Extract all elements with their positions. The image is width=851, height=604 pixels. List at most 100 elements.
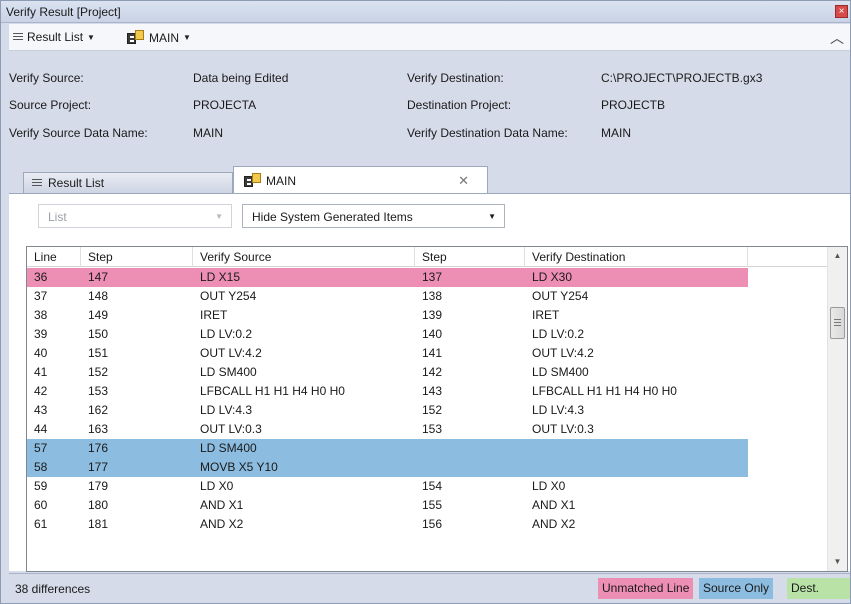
- table-cell-dstep: 154: [422, 479, 443, 493]
- table-cell-dst: OUT LV:0.3: [532, 422, 594, 436]
- tab-strip: Result List MAIN ✕: [9, 166, 850, 194]
- table-row[interactable]: 59 179 LD X0 154 LD X0: [27, 477, 748, 496]
- table-cell-src: LD X0: [200, 479, 234, 493]
- table-cell-dstep: 152: [422, 403, 443, 417]
- scroll-thumb[interactable]: [830, 307, 845, 339]
- table-cell-dst: LFBCALL H1 H1 H4 H0 H0: [532, 384, 677, 398]
- collapse-icon[interactable]: ︿: [830, 28, 844, 48]
- table-row[interactable]: 57 176 LD SM400: [27, 439, 748, 458]
- table-cell-src: LD LV:4.3: [200, 403, 253, 417]
- table-cell-src: OUT Y254: [200, 289, 257, 303]
- table-row[interactable]: 38 149 IRET 139 IRET: [27, 306, 748, 325]
- table-cell-step: 162: [88, 403, 109, 417]
- system-items-select-value: Hide System Generated Items: [252, 210, 413, 224]
- table-cell-dstep: 141: [422, 346, 443, 360]
- table-cell-dstep: 143: [422, 384, 443, 398]
- scroll-down-icon[interactable]: ▼: [828, 553, 847, 571]
- table-cell-dst: IRET: [532, 308, 560, 322]
- table-row[interactable]: 43 162 LD LV:4.3 152 LD LV:4.3: [27, 401, 748, 420]
- verify-info-panel: Verify Source: Data being Edited Source …: [9, 52, 850, 155]
- tab-main[interactable]: MAIN ✕: [233, 166, 488, 194]
- table-row[interactable]: 58 177 MOVB X5 Y10: [27, 458, 748, 477]
- table-cell-dstep: 153: [422, 422, 443, 436]
- table-row[interactable]: 36 147 LD X15 137 LD X30: [27, 268, 748, 287]
- table-cell-line: 58: [34, 460, 48, 474]
- verify-destination-value: C:\PROJECT\PROJECTB.gx3: [601, 71, 763, 85]
- result-list-dropdown[interactable]: Result List ▼: [13, 30, 95, 44]
- vertical-scrollbar[interactable]: ▲ ▼: [827, 247, 847, 571]
- source-project-value: PROJECTA: [193, 98, 257, 112]
- table-cell-dst: AND X2: [532, 517, 576, 531]
- table-cell-step: 152: [88, 365, 109, 379]
- table-cell-src: MOVB X5 Y10: [200, 460, 278, 474]
- table-row[interactable]: 39 150 LD LV:0.2 140 LD LV:0.2: [27, 325, 748, 344]
- program-dropdown[interactable]: MAIN ▼: [127, 30, 191, 45]
- table-cell-dst: LD LV:4.3: [532, 403, 585, 417]
- column-header-dest-step[interactable]: Step: [415, 247, 525, 267]
- table-cell-dst: LD X30: [532, 270, 573, 284]
- destination-project-value: PROJECTB: [601, 98, 666, 112]
- table-cell-line: 36: [34, 270, 48, 284]
- chevron-down-icon: ▼: [215, 212, 223, 221]
- difference-count: 38 differences: [15, 582, 91, 596]
- table-cell-src: LD LV:0.2: [200, 327, 253, 341]
- close-tab-icon[interactable]: ✕: [458, 173, 469, 189]
- table-cell-step: 179: [88, 479, 109, 493]
- table-cell-line: 37: [34, 289, 48, 303]
- column-header-verify-source[interactable]: Verify Source: [193, 247, 415, 267]
- table-cell-dst: OUT Y254: [532, 289, 589, 303]
- column-header-step[interactable]: Step: [81, 247, 193, 267]
- column-header-verify-destination[interactable]: Verify Destination: [525, 247, 748, 267]
- verify-result-window: Verify Result [Project] × Result List ▼ …: [0, 0, 851, 604]
- table-cell-src: IRET: [200, 308, 228, 322]
- source-project-label: Source Project:: [9, 98, 92, 112]
- destination-project-label: Destination Project:: [407, 98, 512, 112]
- table-cell-step: 153: [88, 384, 109, 398]
- result-list-label: Result List: [27, 30, 84, 44]
- table-cell-dstep: 140: [422, 327, 443, 341]
- system-items-select[interactable]: Hide System Generated Items ▼: [242, 204, 505, 228]
- table-cell-step: 150: [88, 327, 109, 341]
- table-row[interactable]: 44 163 OUT LV:0.3 153 OUT LV:0.3: [27, 420, 748, 439]
- verify-destination-data-name-value: MAIN: [601, 126, 631, 140]
- list-icon: [32, 178, 42, 188]
- program-label: MAIN: [149, 30, 179, 45]
- list-select[interactable]: List ▼: [38, 204, 232, 228]
- table-cell-dstep: 137: [422, 270, 443, 284]
- table-cell-dstep: [415, 439, 422, 458]
- table-cell-step: 177: [88, 460, 109, 474]
- verify-source-label: Verify Source:: [9, 71, 84, 85]
- table-row[interactable]: 37 148 OUT Y254 138 OUT Y254: [27, 287, 748, 306]
- table-cell-step: 148: [88, 289, 109, 303]
- chevron-down-icon: ▼: [488, 212, 496, 221]
- table-row[interactable]: 60 180 AND X1 155 AND X1: [27, 496, 748, 515]
- table-cell-src: OUT LV:4.2: [200, 346, 262, 360]
- table-cell-line: 39: [34, 327, 48, 341]
- tab-result-list[interactable]: Result List: [23, 172, 233, 193]
- table-cell-line: 57: [34, 441, 48, 455]
- table-cell-line: 42: [34, 384, 48, 398]
- verify-source-data-name-value: MAIN: [193, 126, 223, 140]
- table-row[interactable]: 40 151 OUT LV:4.2 141 OUT LV:4.2: [27, 344, 748, 363]
- table-cell-src: LFBCALL H1 H1 H4 H0 H0: [200, 384, 345, 398]
- program-icon: [127, 30, 145, 45]
- table-cell-dst: [525, 439, 532, 458]
- table-cell-step: 181: [88, 517, 109, 531]
- table-row[interactable]: 42 153 LFBCALL H1 H1 H4 H0 H0 143 LFBCALL H1…: [27, 382, 748, 401]
- close-icon[interactable]: ×: [835, 5, 848, 18]
- table-row[interactable]: 41 152 LD SM400 142 LD SM400: [27, 363, 748, 382]
- table-cell-src: LD SM400: [200, 441, 257, 455]
- table-cell-dst: LD X0: [532, 479, 566, 493]
- status-bar: 38 differences Unmatched Line Source Onl…: [9, 573, 850, 604]
- table-cell-dst: [525, 458, 532, 477]
- table-cell-step: 163: [88, 422, 109, 436]
- table-cell-line: 44: [34, 422, 48, 436]
- table-cell-dstep: 155: [422, 498, 443, 512]
- program-icon: [244, 173, 262, 188]
- result-toolbar: Result List ▼ MAIN ▼ ︿: [9, 24, 850, 51]
- scroll-up-icon[interactable]: ▲: [828, 247, 847, 265]
- legend-source-only: Source Only: [699, 578, 774, 599]
- table-cell-step: 176: [88, 441, 109, 455]
- table-row[interactable]: 61 181 AND X2 156 AND X2: [27, 515, 748, 534]
- column-header-line[interactable]: Line: [27, 247, 81, 267]
